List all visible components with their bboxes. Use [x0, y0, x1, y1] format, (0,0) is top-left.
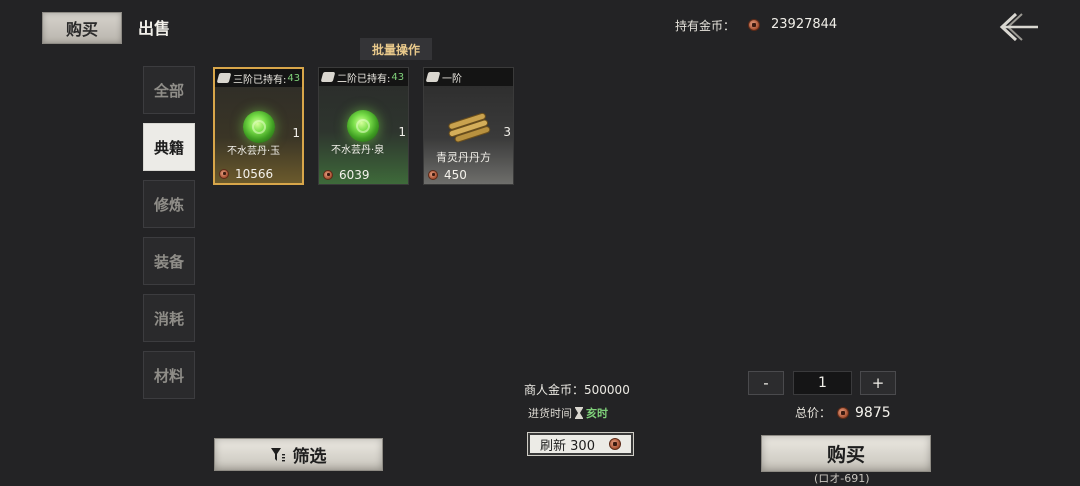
item-price-value: 6039 — [339, 168, 370, 182]
coin-icon — [608, 438, 621, 450]
filter-funnel-icon — [270, 447, 285, 461]
quantity-minus-button[interactable]: - — [748, 371, 784, 395]
item-name: 不水芸丹·玉 — [227, 146, 281, 157]
total-value: 9875 — [855, 404, 891, 421]
total-price: 总价： 9875 — [795, 404, 891, 421]
restock-label: 进货时间 — [528, 407, 572, 420]
item-name: 青灵丹丹方 — [436, 151, 491, 164]
item-tier: 三阶 — [233, 74, 253, 86]
wallet-label: 持有金币： — [675, 19, 736, 33]
buy-subtext: (ロオ-691) — [814, 472, 870, 485]
merchant-coins: 商人金币：500000 — [524, 381, 630, 398]
quantity-field[interactable]: 1 — [793, 371, 852, 395]
green-pill-icon — [347, 110, 379, 142]
item-count: 1 — [292, 126, 300, 140]
item-owned-count: 43 — [391, 71, 405, 83]
item-owned-label: 已持有: — [357, 73, 391, 85]
scroll-icon — [320, 72, 336, 82]
item-card-header: 一阶 — [424, 68, 513, 86]
coin-icon — [428, 170, 438, 180]
category-books[interactable]: 典籍 — [143, 123, 195, 171]
wallet-amount: 23927844 — [771, 17, 838, 32]
item-card[interactable]: 三阶 已持有: 43 1 不水芸丹·玉 10566 — [213, 67, 304, 185]
refresh-text: 刷新 300 — [540, 435, 595, 454]
item-price-value: 450 — [444, 168, 467, 182]
scroll-icon — [425, 72, 441, 82]
item-card[interactable]: 二阶 已持有: 43 1 不水芸丹·泉 6039 — [318, 67, 409, 185]
item-count: 1 — [398, 125, 406, 139]
item-price: 450 — [428, 168, 467, 182]
scroll-icon — [216, 73, 232, 83]
category-equipment[interactable]: 装备 — [143, 237, 195, 285]
category-consumables[interactable]: 消耗 — [143, 294, 195, 342]
buy-button[interactable]: 购买 — [761, 435, 931, 472]
item-price: 10566 — [219, 167, 273, 181]
merchant-coins-label: 商人金币： — [524, 383, 585, 397]
tab-sell[interactable]: 出售 — [138, 12, 170, 42]
item-card[interactable]: 一阶 3 青灵丹丹方 450 — [423, 67, 514, 185]
item-price: 6039 — [323, 168, 370, 182]
filter-label: 筛选 — [292, 447, 327, 467]
category-cultivation[interactable]: 修炼 — [143, 180, 195, 228]
coin-icon — [837, 406, 850, 419]
item-card-header: 二阶 已持有: 43 — [319, 68, 408, 86]
filter-button[interactable]: 筛选 — [214, 438, 383, 471]
hourglass-icon — [575, 407, 583, 419]
category-all[interactable]: 全部 — [143, 66, 195, 114]
refresh-button[interactable]: 刷新 300 — [527, 432, 634, 456]
item-name: 不水芸丹·泉 — [331, 145, 385, 156]
item-count: 3 — [503, 125, 511, 139]
quantity-plus-button[interactable]: + — [860, 371, 896, 395]
restock-time: 进货时间 亥时 — [528, 405, 608, 421]
merchant-coins-value: 500000 — [584, 383, 630, 397]
batch-operation-button[interactable]: 批量操作 — [360, 38, 432, 60]
tab-buy[interactable]: 购买 — [42, 12, 122, 44]
green-pill-icon — [243, 111, 275, 143]
category-materials[interactable]: 材料 — [143, 351, 195, 399]
item-owned-count: 43 — [287, 72, 301, 84]
item-owned-label: 已持有: — [253, 74, 287, 86]
total-label: 总价： — [795, 406, 832, 420]
item-card-header: 三阶 已持有: 43 — [215, 69, 302, 87]
refresh-label: 刷新 — [540, 438, 567, 454]
coin-icon — [323, 170, 333, 180]
item-tier: 一阶 — [442, 73, 462, 85]
restock-time-value: 亥时 — [586, 407, 608, 420]
back-arrow-icon[interactable] — [994, 10, 1042, 44]
refresh-cost: 300 — [570, 438, 595, 454]
item-tier: 二阶 — [337, 73, 357, 85]
item-price-value: 10566 — [235, 167, 274, 181]
coin-icon — [219, 169, 229, 179]
bamboo-scrolls-icon — [448, 112, 491, 143]
coin-icon — [748, 19, 760, 31]
